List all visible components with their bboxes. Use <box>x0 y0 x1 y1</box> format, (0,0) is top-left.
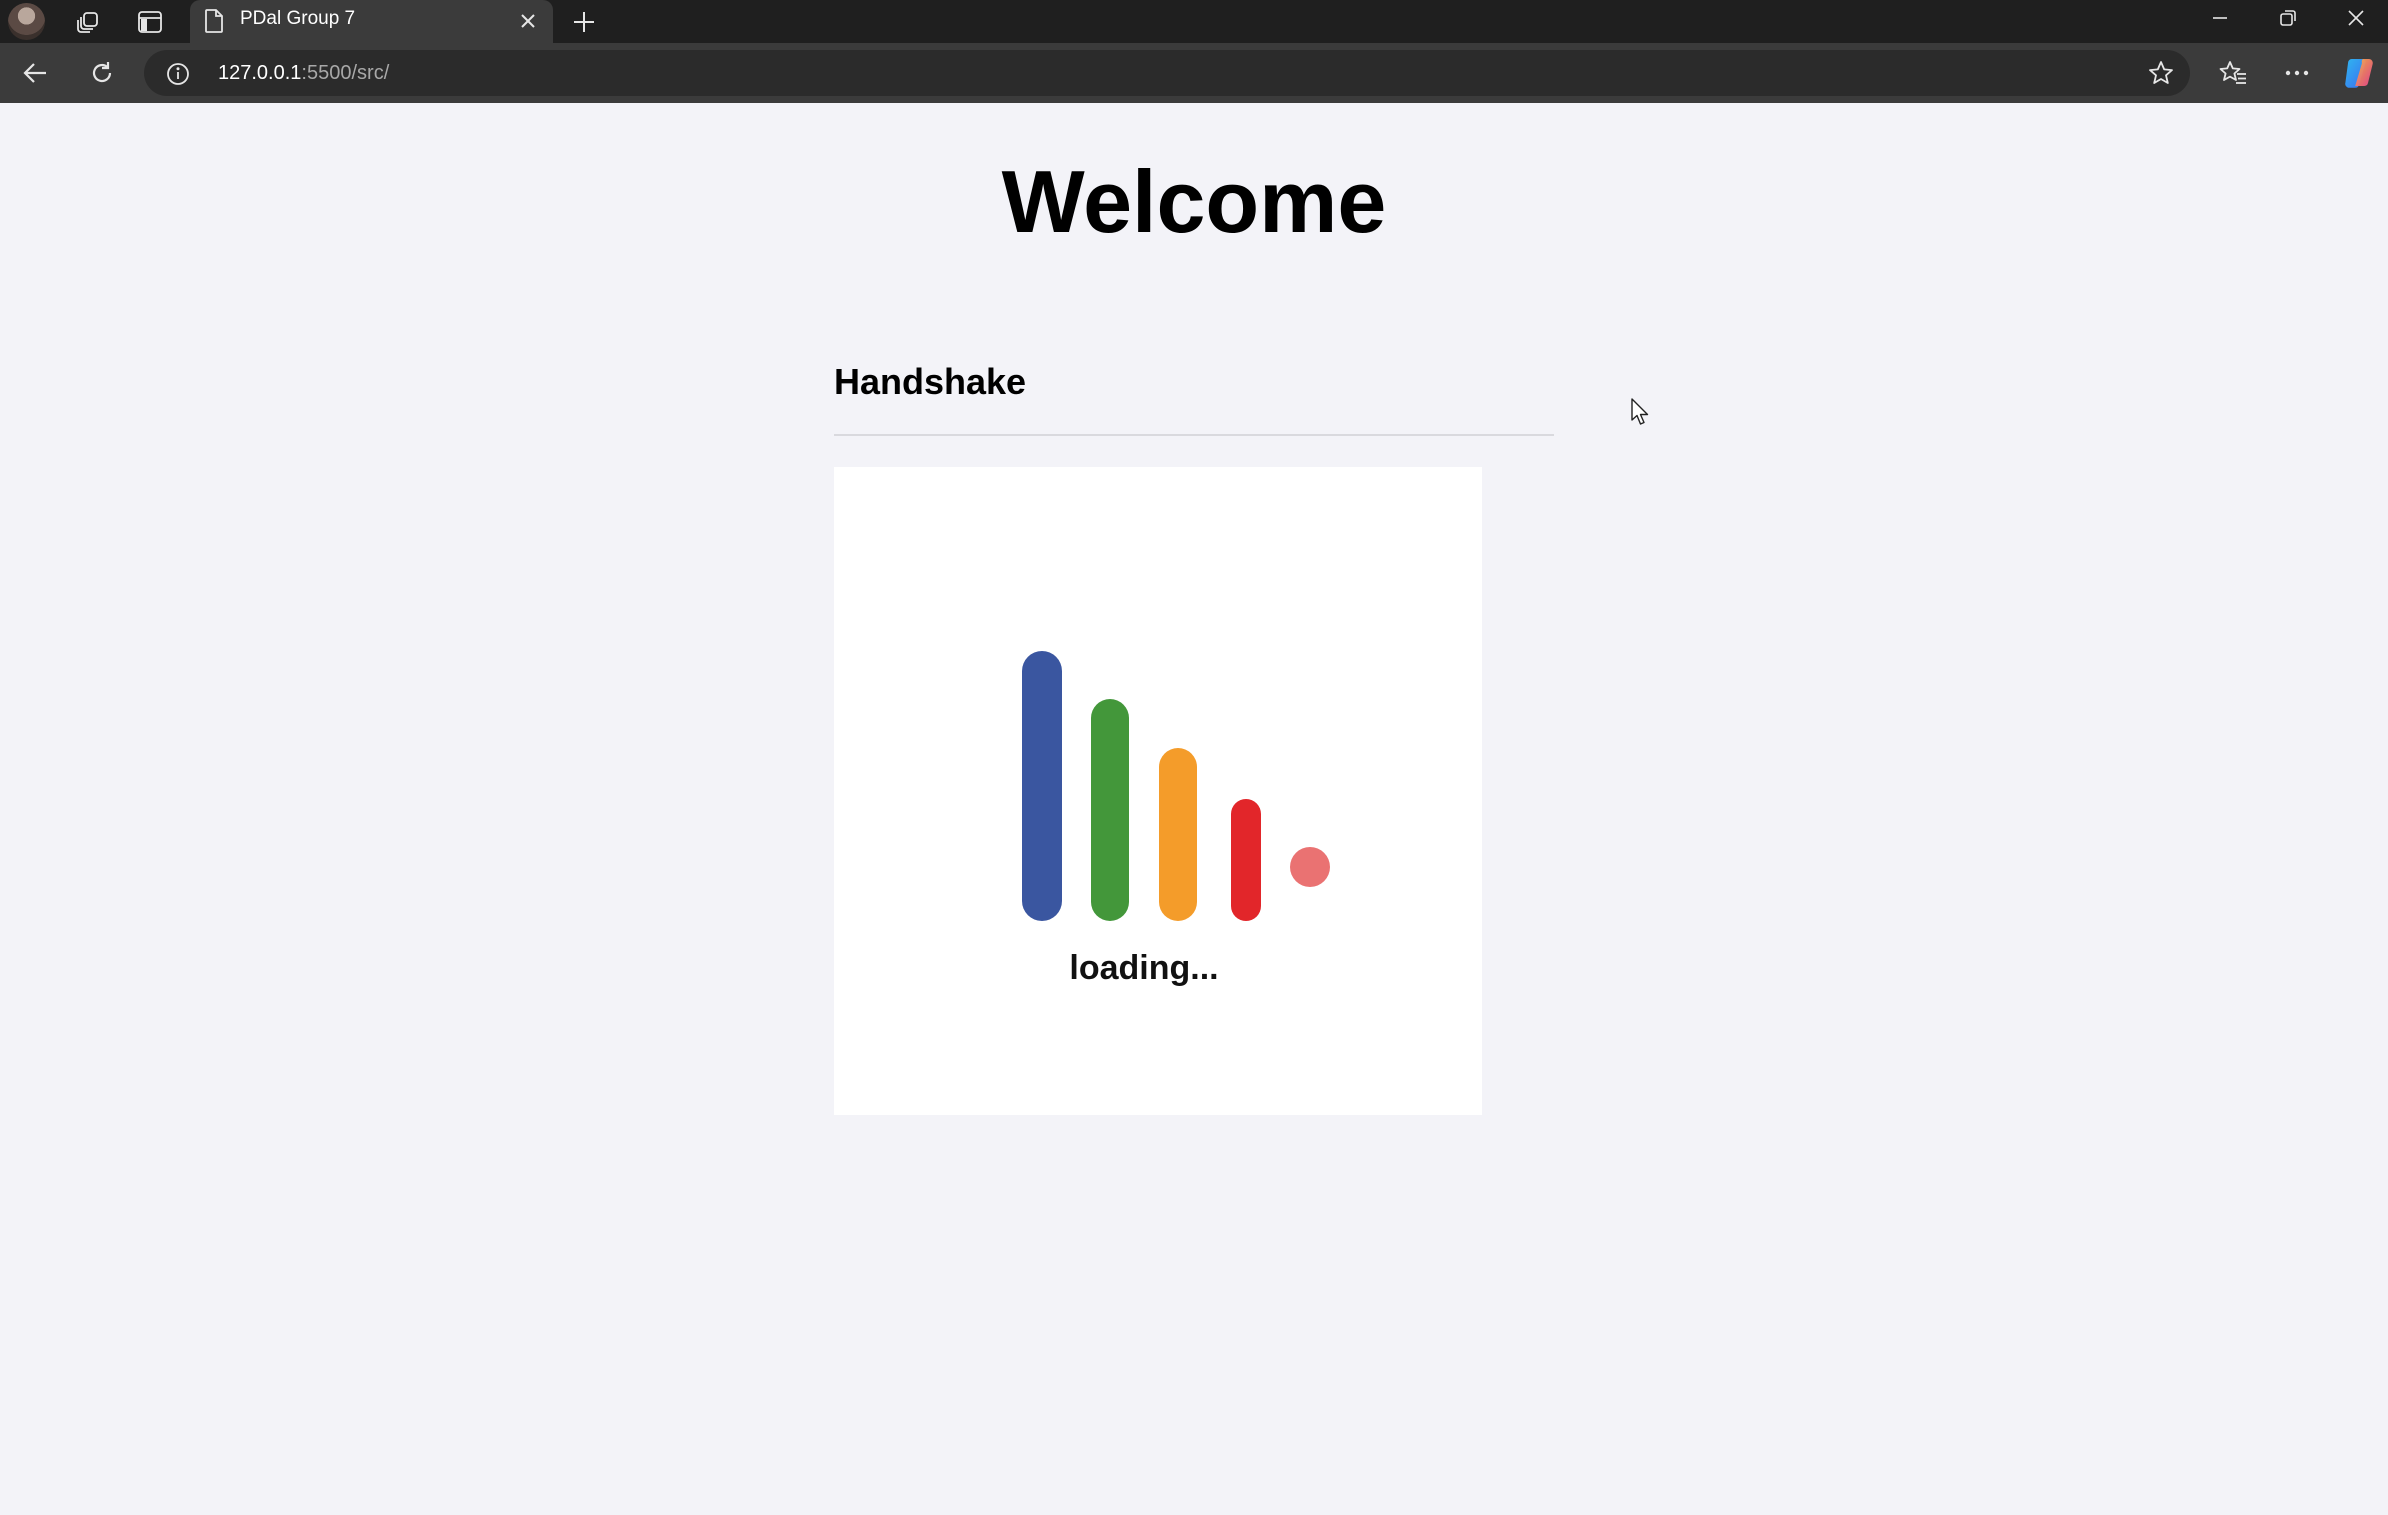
mouse-cursor-icon <box>1631 398 1649 425</box>
url-host: 127.0.0.1 <box>218 62 302 84</box>
section-divider <box>834 434 1554 436</box>
minimize-icon[interactable] <box>2186 0 2254 36</box>
section-title-handshake: Handshake <box>834 361 1027 402</box>
back-arrow-icon[interactable] <box>12 51 58 95</box>
page-title: Welcome <box>1001 152 1387 251</box>
url-text: 127.0.0.1:5500/src/ <box>218 62 389 85</box>
loader-dot <box>1290 847 1330 887</box>
copilot-icon[interactable] <box>2342 56 2376 90</box>
refresh-icon[interactable] <box>79 51 125 95</box>
loader-bar-2 <box>1091 699 1129 921</box>
tab-title: PDal Group 7 <box>240 8 356 29</box>
browser-toolbar: 127.0.0.1:5500/src/ <box>0 43 2388 103</box>
star-icon[interactable] <box>2146 59 2176 87</box>
address-bar[interactable]: 127.0.0.1:5500/src/ <box>144 50 2190 96</box>
page-viewport: Welcome Handshake loading... <box>0 103 2388 1515</box>
favorites-icon[interactable] <box>2210 51 2256 95</box>
url-path: :5500/src/ <box>301 62 390 84</box>
loader-graphic <box>1022 651 1330 921</box>
loading-label: loading... <box>1069 949 1219 987</box>
more-icon[interactable] <box>2274 51 2320 95</box>
profile-avatar[interactable] <box>8 3 45 40</box>
loader-bar-1 <box>1022 651 1062 921</box>
tab-actions-icon[interactable] <box>122 0 178 43</box>
restore-icon[interactable] <box>2254 0 2322 36</box>
tab-active[interactable]: PDal Group 7 <box>190 0 553 43</box>
close-icon[interactable] <box>509 3 547 39</box>
loader-bar-4 <box>1231 799 1261 921</box>
loading-animation: loading... <box>834 467 1482 1115</box>
page-icon <box>204 8 224 39</box>
tab-strip: PDal Group 7 <box>0 0 2388 43</box>
close-window-icon[interactable] <box>2322 0 2388 36</box>
plus-icon[interactable] <box>562 0 605 43</box>
workspaces-icon[interactable] <box>60 0 116 43</box>
info-icon[interactable] <box>166 62 190 91</box>
loader-bar-3 <box>1159 748 1197 921</box>
